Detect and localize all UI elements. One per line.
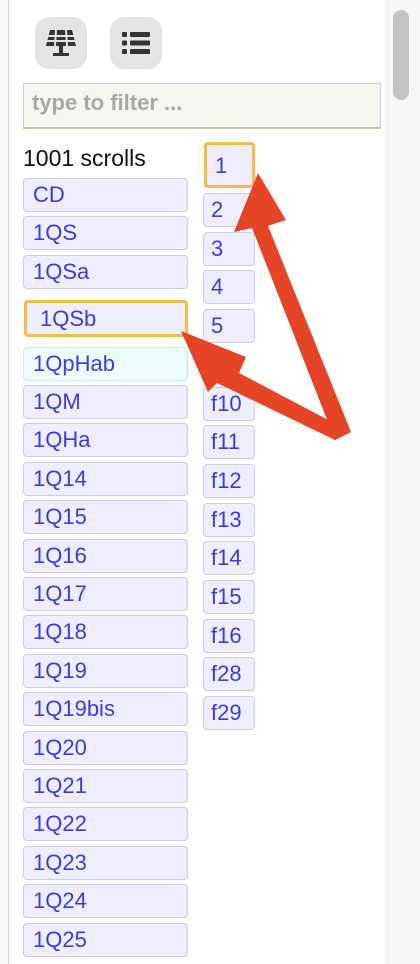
fragment-item[interactable]: 3: [203, 231, 255, 266]
scroll-item[interactable]: 1Q23: [23, 845, 188, 880]
fragment-item[interactable]: f11: [203, 425, 255, 460]
scroll-item[interactable]: 1Q25: [23, 922, 188, 957]
scrollbar-thumb[interactable]: [393, 10, 409, 100]
fragment-item[interactable]: 5: [203, 309, 255, 344]
solar-panel-grid-icon: [46, 29, 76, 56]
list-icon: [122, 32, 150, 54]
fragment-item[interactable]: f14: [203, 541, 255, 576]
scroll-item[interactable]: 1Q20: [23, 730, 188, 765]
fragment-item[interactable]: f29: [203, 696, 255, 731]
arrow-to-scroll-1QSb: [181, 331, 351, 440]
panel-left-border: [0, 0, 9, 964]
scrollbar-track[interactable]: [387, 0, 420, 964]
scroll-item[interactable]: 1QM: [23, 385, 188, 419]
scroll-item[interactable]: 1Q14: [23, 461, 188, 496]
scroll-item[interactable]: 1Q15: [23, 500, 188, 535]
grid-view-button[interactable]: [35, 17, 87, 69]
scroll-item[interactable]: 1QpHab: [23, 346, 188, 381]
scroll-count: 1001 scrolls: [23, 145, 146, 171]
scroll-item[interactable]: 1Q21: [23, 769, 188, 803]
fragment-item[interactable]: f13: [203, 502, 255, 537]
scroll-item[interactable]: 1Q18: [23, 615, 188, 650]
fragment-item[interactable]: f15: [203, 580, 255, 614]
scroll-item[interactable]: CD: [23, 178, 188, 212]
filter-input[interactable]: type to filter ...: [23, 83, 381, 129]
fragment-item[interactable]: 4: [203, 270, 255, 305]
fragment-item[interactable]: f16: [203, 618, 255, 653]
list-view-button[interactable]: [110, 17, 162, 69]
fragment-item[interactable]: f28: [203, 657, 255, 692]
scroll-item[interactable]: 1Q19bis: [23, 692, 188, 727]
fragment-item[interactable]: f10: [203, 386, 255, 421]
fragment-item[interactable]: 2: [203, 193, 255, 227]
scroll-item[interactable]: 1QSa: [23, 254, 188, 289]
fragment-item[interactable]: f12: [203, 463, 255, 498]
scroll-item[interactable]: 1Q17: [23, 577, 188, 611]
fragment-item[interactable]: 1: [204, 142, 255, 188]
scroll-item[interactable]: 1QS: [23, 216, 188, 251]
scroll-item[interactable]: 1Q24: [23, 884, 188, 919]
scroll-item[interactable]: 1QHa: [23, 423, 188, 458]
scroll-item[interactable]: 1Q16: [23, 538, 188, 573]
scroll-item[interactable]: 1Q19: [23, 653, 188, 688]
scroll-item[interactable]: 1QSb: [24, 300, 188, 338]
scroll-item[interactable]: 1Q22: [23, 807, 188, 842]
